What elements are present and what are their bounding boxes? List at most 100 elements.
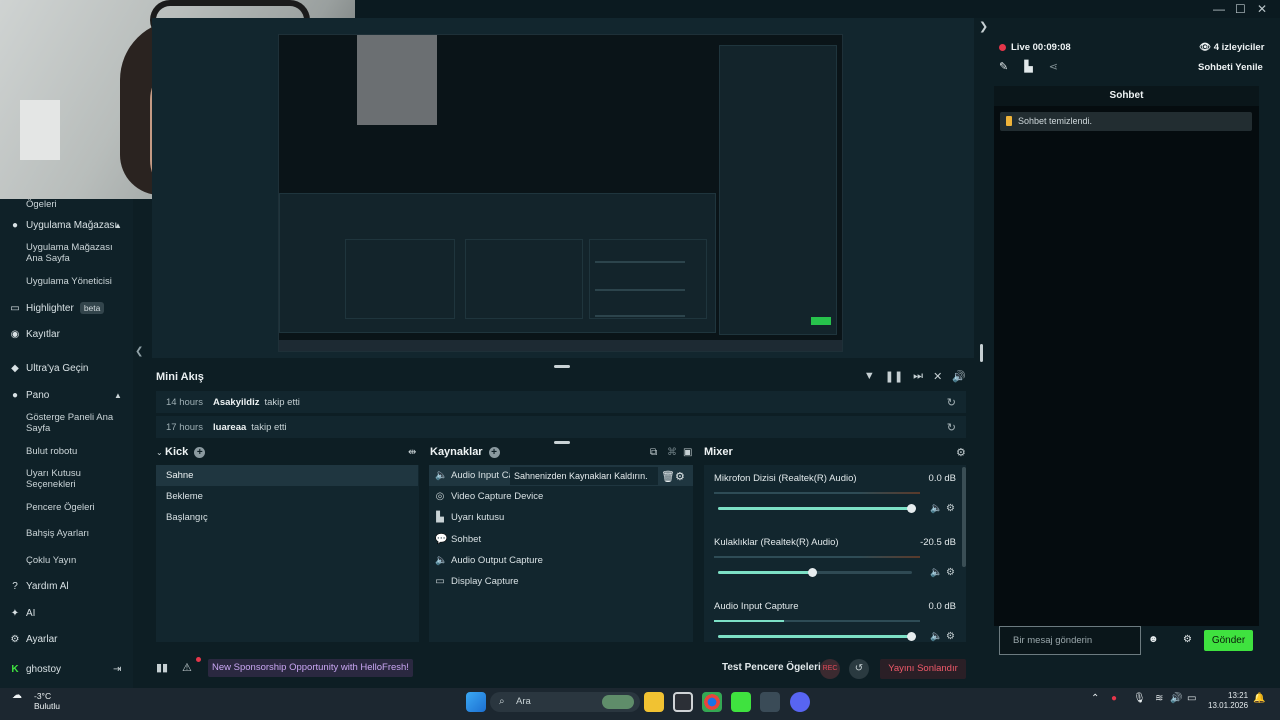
promo-notification[interactable]: New Sponsorship Opportunity with HelloFr…: [208, 659, 413, 677]
source-item[interactable]: ▭ Display Capture: [435, 571, 518, 592]
streaming-app: — ☐ ✕ Ögeleri ● Uygulama Mağazası ▲ Uygu…: [0, 0, 1280, 688]
end-stream-button[interactable]: Yayını Sonlandır: [880, 659, 966, 679]
replay-icon[interactable]: ↻: [947, 421, 956, 434]
chrome-icon[interactable]: [702, 692, 722, 712]
sidebar-item-settings[interactable]: ⚙ Ayarlar: [10, 634, 58, 645]
emoji-icon[interactable]: ☻: [1148, 634, 1159, 645]
test-widgets-button[interactable]: Test Pencere Ögeleri: [722, 662, 821, 673]
app-icon[interactable]: [760, 692, 780, 712]
taskbar-search[interactable]: ⌕ Ara: [490, 692, 640, 712]
add-source-icon[interactable]: +: [488, 446, 500, 458]
gear-icon[interactable]: ⚙: [675, 470, 685, 483]
refresh-chat-button[interactable]: Sohbeti Yenile: [1198, 62, 1263, 73]
sidebar-item-dashboard-home[interactable]: Gösterge Paneli Ana Sayfa: [26, 412, 122, 434]
speaker-icon[interactable]: 🔈: [930, 503, 942, 514]
chevron-down-icon[interactable]: ⌄: [156, 448, 163, 457]
record-status-icon[interactable]: ●: [1111, 693, 1117, 704]
close-icon[interactable]: ✕: [1257, 2, 1267, 16]
gear-icon[interactable]: ⚙: [956, 446, 966, 459]
sidebar-item-cloudbot[interactable]: Bulut robotu: [26, 446, 122, 457]
volume-slider[interactable]: [718, 568, 912, 577]
store-icon[interactable]: [673, 692, 693, 712]
add-scene-icon[interactable]: +: [194, 446, 206, 458]
source-item[interactable]: 🔈 Audio Output Capture: [435, 550, 543, 571]
edit-icon[interactable]: ✎: [999, 60, 1008, 73]
sidebar-item-widgets[interactable]: Pencere Ögeleri: [26, 502, 122, 513]
sidebar-item-recordings[interactable]: ◉ Kayıtlar: [10, 329, 60, 340]
record-button[interactable]: REC: [820, 659, 840, 679]
sidebar-item-help[interactable]: ? Yardım Al: [10, 581, 68, 592]
source-item[interactable]: ◎ Video Capture Device: [435, 486, 544, 507]
clock[interactable]: 13:21 13.01.2026: [1208, 691, 1248, 711]
speaker-icon[interactable]: 🔈: [930, 567, 942, 578]
source-item[interactable]: 🔈 Audio Input Ca: [435, 465, 514, 486]
chat-input[interactable]: Bir mesaj gönderin: [999, 626, 1141, 655]
sidebar-item-multistream[interactable]: Çoklu Yayın: [26, 555, 122, 566]
mixer-header: Mixer: [704, 446, 733, 458]
mixer-scrollbar[interactable]: [962, 467, 966, 567]
microphone-icon[interactable]: 🎙: [1133, 693, 1146, 704]
discord-icon[interactable]: [790, 692, 810, 712]
start-icon[interactable]: [466, 692, 486, 712]
warning-icon[interactable]: ⚠: [182, 661, 192, 674]
mute-alerts-icon[interactable]: ✕: [933, 370, 942, 383]
pause-icon[interactable]: ❚❚: [885, 370, 903, 383]
clapper-icon[interactable]: ▙: [1024, 60, 1032, 73]
scene-item[interactable]: Bekleme: [156, 486, 418, 507]
folder-icon[interactable]: ▣: [683, 447, 692, 458]
source-item[interactable]: ▙ Uyarı kutusu: [435, 507, 504, 528]
sidebar-item-tips[interactable]: Bahşiş Ayarları: [26, 528, 122, 539]
remove-source-tooltip: Sahnenizden Kaynakları Kaldırın.: [510, 467, 658, 485]
expand-panel-icon[interactable]: ❯: [979, 20, 988, 33]
volume-slider[interactable]: [718, 632, 916, 641]
sidebar-user[interactable]: K ghostoy: [10, 664, 61, 675]
sidebar-item-dashboard[interactable]: ● Pano: [10, 390, 49, 401]
scene-item[interactable]: Sahne: [156, 465, 418, 486]
resize-handle[interactable]: [980, 344, 983, 362]
gear-icon[interactable]: ⚙: [946, 631, 955, 642]
gear-icon[interactable]: ⚙: [946, 503, 955, 514]
sidebar-item-ai[interactable]: ✦ AI: [10, 608, 36, 619]
collapse-sidebar-icon[interactable]: ❮: [135, 346, 143, 357]
sidebar-item-ultra[interactable]: ◆ Ultra'ya Geçin: [10, 363, 88, 374]
logout-icon[interactable]: ⇥: [113, 664, 121, 675]
skip-icon[interactable]: ⏭: [913, 370, 923, 383]
notification-bell-icon[interactable]: 🔔: [1253, 693, 1265, 704]
chevron-up-icon[interactable]: ▲: [114, 221, 122, 230]
transition-icon[interactable]: ⇹: [408, 447, 416, 458]
group-icon[interactable]: ⧉: [650, 447, 657, 458]
sidebar-item-highlighter[interactable]: ▭ Highlighter beta: [10, 302, 105, 314]
sidebar-item-app-store[interactable]: ● Uygulama Mağazası: [10, 220, 117, 231]
volume-slider[interactable]: [718, 504, 916, 513]
replay-icon[interactable]: ↻: [947, 396, 956, 409]
sidebar-item-alertbox[interactable]: Uyarı Kutusu Seçenekleri: [26, 468, 122, 490]
source-item[interactable]: 💬 Sohbet: [435, 529, 481, 550]
sidebar-item-app-store-home[interactable]: Uygulama Mağazası Ana Sayfa: [26, 242, 122, 264]
folder-icon[interactable]: [644, 692, 664, 712]
streamlabs-icon[interactable]: [731, 692, 751, 712]
volume-icon[interactable]: 🔊: [952, 370, 966, 383]
stats-icon[interactable]: ▮▮: [156, 661, 168, 674]
chevron-up-icon[interactable]: ▲: [114, 391, 122, 400]
maximize-icon[interactable]: ☐: [1235, 2, 1246, 16]
replay-buffer-button[interactable]: ↺: [849, 659, 869, 679]
share-icon[interactable]: ⋖: [1049, 60, 1058, 73]
weather-widget[interactable]: ☁ -3°C Bulutlu: [12, 691, 60, 712]
wifi-icon[interactable]: ≋: [1155, 693, 1163, 704]
scene-item[interactable]: Başlangıç: [156, 507, 418, 528]
sidebar-item-app-manager[interactable]: Uygulama Yöneticisi: [26, 276, 122, 287]
gamepad-icon[interactable]: ⌘: [667, 447, 677, 458]
gear-icon[interactable]: ⚙: [946, 567, 955, 578]
speaker-icon[interactable]: 🔈: [930, 631, 942, 642]
search-icon: ⌕: [499, 696, 505, 707]
volume-icon[interactable]: 🔊: [1170, 693, 1182, 704]
filter-icon[interactable]: ▼: [864, 370, 875, 383]
sidebar-item-partial[interactable]: Ögeleri: [26, 199, 122, 210]
chevron-up-icon[interactable]: ⌃: [1091, 693, 1099, 704]
send-button[interactable]: Gönder: [1204, 630, 1253, 651]
battery-icon[interactable]: ▭: [1187, 693, 1196, 704]
gear-icon[interactable]: ⚙: [1183, 634, 1192, 645]
drag-handle[interactable]: [554, 441, 570, 444]
trash-icon[interactable]: 🗑: [661, 470, 675, 483]
minimize-icon[interactable]: —: [1213, 2, 1225, 16]
